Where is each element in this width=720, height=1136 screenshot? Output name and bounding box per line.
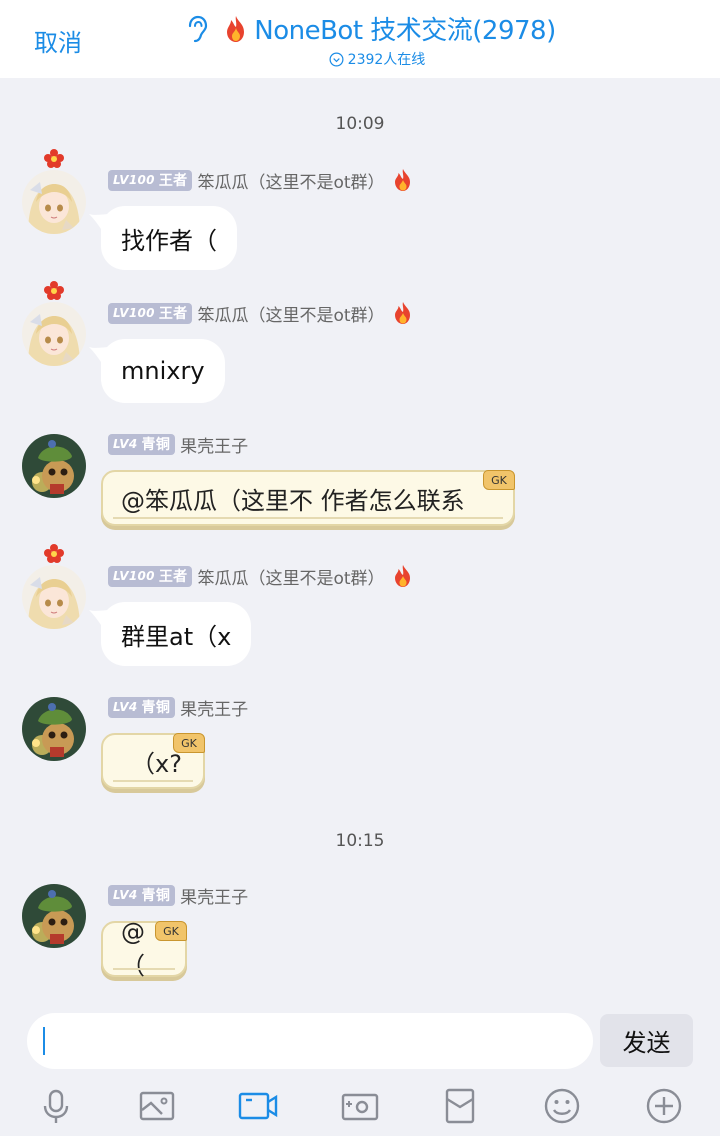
emoji-icon[interactable] (542, 1086, 582, 1126)
chevron-down-circle-icon (329, 52, 344, 66)
bubble-decoration (113, 517, 503, 519)
fire-icon (391, 168, 415, 192)
online-count[interactable]: 2392人在线 (0, 49, 720, 69)
avatar[interactable] (22, 434, 86, 498)
flower-icon (43, 543, 65, 565)
avatar[interactable] (22, 884, 86, 948)
fire-icon (391, 564, 415, 588)
group-title[interactable]: NoneBot 技术交流(2978) (0, 10, 720, 47)
chat-header: 取消 NoneBot 技术交流(2978) 2392人在线 (0, 0, 720, 78)
message-text: @笨瓜瓜（这里不 作者怎么联系 (121, 486, 465, 515)
anime-girl-avatar-icon (22, 170, 86, 234)
anime-girl-avatar-icon (22, 302, 86, 366)
bubble-decoration (113, 968, 175, 970)
online-text: 2392人在线 (347, 52, 426, 68)
fire-icon (227, 15, 245, 42)
text-cursor (43, 1027, 45, 1055)
microphone-icon[interactable] (36, 1086, 76, 1126)
avatar[interactable] (22, 565, 86, 629)
message-bubble[interactable]: mnixry (101, 339, 225, 403)
message-bubble[interactable]: 找作者（ (101, 206, 237, 270)
message-text: mnixry (121, 357, 205, 385)
earpiece-mode-icon (189, 15, 208, 42)
bubble-decoration (113, 780, 193, 782)
message-bubble[interactable]: （x? GK (101, 733, 205, 789)
sender-name[interactable]: 果壳王子 (180, 695, 248, 720)
level-badge: LV100 王者 (108, 565, 193, 587)
level-badge: LV100 王者 (108, 169, 193, 191)
input-toolbar (0, 1078, 720, 1136)
bubble-tail (89, 608, 111, 628)
teemo-avatar-icon (22, 434, 86, 498)
sender-row: LV100 王者 笨瓜瓜（这里不是ot群） (108, 564, 415, 589)
message-text: 群里at（x (121, 622, 232, 651)
avatar[interactable] (22, 697, 86, 761)
sender-row: LV4 青铜 果壳王子 (108, 695, 248, 720)
red-packet-icon[interactable] (440, 1086, 480, 1126)
sender-row: LV100 王者 笨瓜瓜（这里不是ot群） (108, 301, 415, 326)
level-badge: LV100 王者 (108, 302, 193, 324)
message-text: 找作者（ (121, 226, 217, 255)
fire-icon (391, 301, 415, 325)
anime-girl-avatar-icon (22, 565, 86, 629)
avatar[interactable] (22, 302, 86, 366)
sender-name[interactable]: 笨瓜瓜（这里不是ot群） (197, 168, 384, 193)
send-button[interactable]: 发送 (600, 1014, 693, 1067)
gk-tag: GK (483, 470, 515, 490)
bubble-tail (89, 212, 111, 232)
message-input[interactable] (27, 1013, 593, 1069)
avatar[interactable] (22, 170, 86, 234)
gk-tag: GK (173, 733, 205, 753)
level-badge: LV4 青铜 (108, 696, 176, 718)
sender-row: LV4 青铜 果壳王子 (108, 432, 248, 457)
plus-icon[interactable] (644, 1086, 684, 1126)
group-name: NoneBot 技术交流(2978) (254, 16, 556, 46)
image-icon[interactable] (137, 1086, 177, 1126)
level-badge: LV4 青铜 (108, 433, 176, 455)
bubble-tail (89, 345, 111, 365)
timestamp: 10:15 (335, 831, 385, 851)
sender-row: LV100 王者 笨瓜瓜（这里不是ot群） (108, 168, 415, 193)
sender-name[interactable]: 果壳王子 (180, 432, 248, 457)
flower-icon (43, 148, 65, 170)
sender-name[interactable]: 果壳王子 (180, 883, 248, 908)
teemo-avatar-icon (22, 697, 86, 761)
timestamp: 10:09 (335, 114, 385, 134)
video-icon[interactable] (238, 1086, 278, 1126)
gk-tag: GK (155, 921, 187, 941)
sender-row: LV4 青铜 果壳王子 (108, 883, 248, 908)
message-bubble[interactable]: 群里at（x (101, 602, 252, 666)
message-bubble[interactable]: @笨瓜瓜（这里不 作者怎么联系 GK (101, 470, 515, 526)
teemo-avatar-icon (22, 884, 86, 948)
camera-icon[interactable] (340, 1086, 380, 1126)
sender-name[interactable]: 笨瓜瓜（这里不是ot群） (197, 564, 384, 589)
level-badge: LV4 青铜 (108, 884, 176, 906)
flower-icon (43, 280, 65, 302)
sender-name[interactable]: 笨瓜瓜（这里不是ot群） (197, 301, 384, 326)
message-bubble[interactable]: @（ GK (101, 918, 187, 980)
